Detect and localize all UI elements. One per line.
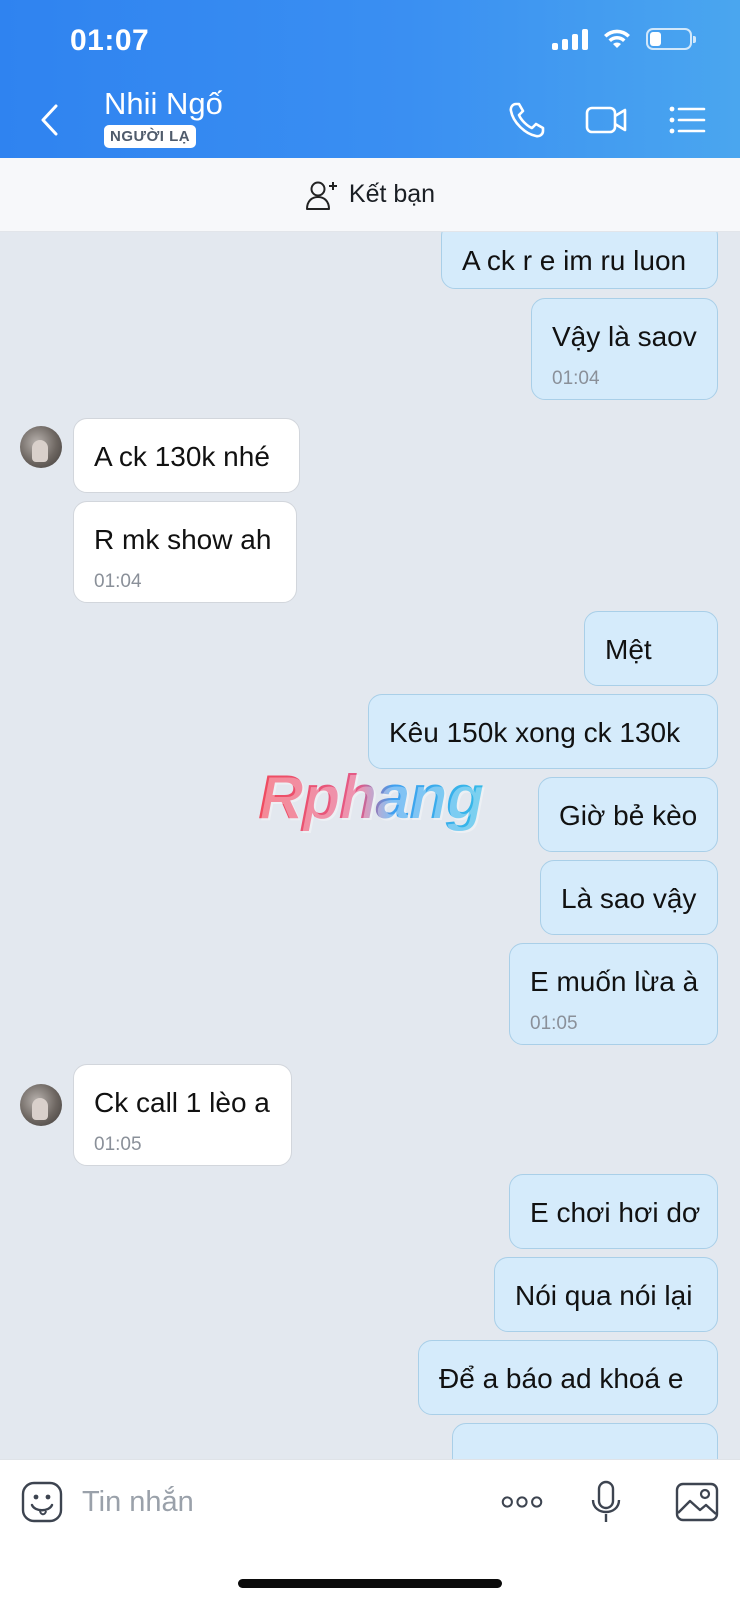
sticker-icon[interactable] — [20, 1480, 64, 1524]
message-bubble-outgoing[interactable]: Là sao vậy — [540, 860, 718, 935]
add-friend-label: Kết bạn — [348, 180, 436, 208]
message-bubble-outgoing[interactable]: Kêu 150k xong ck 130k — [368, 694, 718, 769]
message-bubble-incoming[interactable]: Ck call 1 lèo a 01:05 — [73, 1064, 292, 1166]
chat-header: 01:07 Nhii Ngố NGƯỜI LẠ — [0, 0, 740, 158]
message-text: A ck 130k nhé — [94, 441, 270, 472]
message-text: Nói qua nói lại — [515, 1280, 693, 1311]
message-text: Giờ bẻ kèo — [559, 800, 698, 831]
avatar[interactable] — [20, 1084, 62, 1126]
image-icon[interactable] — [675, 1480, 719, 1524]
message-bubble-outgoing[interactable]: Mệt — [584, 611, 718, 686]
message-time: 01:05 — [94, 1134, 142, 1155]
message-list[interactable]: A ck r e im ru luon Vậy là saov 01:04 A … — [0, 232, 740, 1459]
message-bubble-outgoing[interactable]: Để a báo ad khoá e — [418, 1340, 718, 1415]
message-bubble-outgoing[interactable]: Nói qua nói lại — [494, 1257, 718, 1332]
message-bubble-outgoing[interactable]: E muốn lừa à 01:05 — [509, 943, 718, 1045]
more-icon[interactable] — [500, 1480, 544, 1524]
message-text: Để a báo ad khoá e — [439, 1363, 684, 1394]
message-text: R mk show ah — [94, 524, 272, 555]
back-icon[interactable] — [34, 100, 64, 140]
message-text: E chơi hơi dơ — [530, 1197, 701, 1228]
message-text: E muốn lừa à — [530, 966, 699, 997]
message-time: 01:04 — [552, 368, 600, 389]
message-text: Vậy là saov — [552, 321, 697, 352]
add-friend-icon — [305, 181, 337, 210]
message-bubble-outgoing-partial[interactable] — [452, 1423, 718, 1459]
message-bubble-incoming[interactable]: R mk show ah 01:04 — [73, 501, 297, 603]
status-icons — [552, 28, 696, 50]
message-bubble-outgoing[interactable]: Giờ bẻ kèo — [538, 777, 718, 852]
message-bubble-outgoing[interactable]: Vậy là saov 01:04 — [531, 298, 718, 400]
message-input[interactable]: Tin nhắn — [82, 1486, 194, 1519]
battery-icon — [646, 28, 696, 50]
home-indicator[interactable] — [238, 1579, 502, 1588]
microphone-icon[interactable] — [584, 1480, 628, 1524]
menu-list-icon[interactable] — [666, 98, 710, 142]
video-call-icon[interactable] — [584, 98, 628, 142]
status-time: 01:07 — [70, 24, 150, 57]
stranger-badge: NGƯỜI LẠ — [104, 125, 197, 148]
message-bubble-incoming[interactable]: A ck 130k nhé — [73, 418, 300, 493]
watermark-logo: Rphang — [258, 763, 484, 832]
contact-name[interactable]: Nhii Ngố — [104, 86, 223, 122]
message-text: Kêu 150k xong ck 130k — [389, 717, 681, 748]
wifi-icon — [604, 29, 630, 48]
message-text: A ck r e im ru luon — [462, 245, 687, 276]
phone-icon[interactable] — [505, 98, 549, 142]
cellular-signal-icon — [552, 28, 588, 50]
message-time: 01:04 — [94, 571, 142, 592]
avatar[interactable] — [20, 426, 62, 468]
message-text: Là sao vậy — [561, 883, 697, 914]
message-text: Mệt — [605, 634, 652, 665]
message-bubble-outgoing[interactable]: E chơi hơi dơ — [509, 1174, 718, 1249]
add-friend-bar[interactable]: Kết bạn — [0, 158, 740, 232]
message-bubble-outgoing[interactable]: A ck r e im ru luon — [441, 232, 718, 289]
message-time: 01:05 — [530, 1013, 578, 1034]
message-text: Ck call 1 lèo a — [94, 1087, 270, 1118]
